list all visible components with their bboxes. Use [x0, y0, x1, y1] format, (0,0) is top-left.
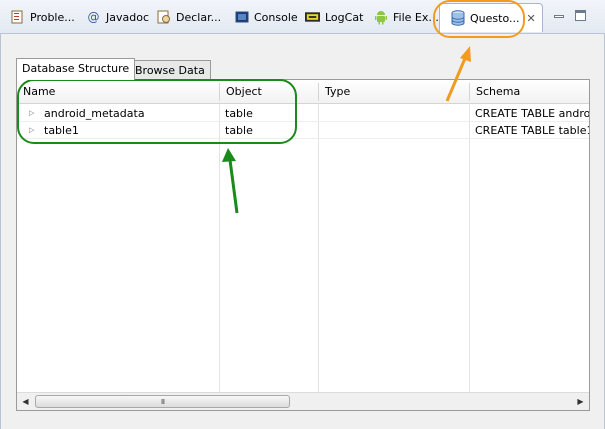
column-header-type[interactable]: Type	[319, 80, 469, 104]
database-icon	[450, 10, 465, 26]
table-row[interactable]: ▷ android_metadata table CREATE TABLE an…	[17, 105, 590, 122]
tab-database-structure[interactable]: Database Structure	[16, 58, 136, 80]
scrollbar-thumb[interactable]: III	[35, 395, 290, 408]
expand-arrow-icon[interactable]: ▷	[29, 122, 34, 139]
horizontal-scrollbar[interactable]: ◀ III ▶	[17, 392, 589, 410]
close-icon[interactable]: ✕	[526, 12, 535, 25]
arrow-right-icon: ▶	[577, 397, 584, 406]
declaration-icon	[156, 10, 171, 25]
row-schema: CREATE TABLE table1	[475, 124, 590, 137]
tab-declaration[interactable]: Declar...	[156, 6, 221, 28]
maximize-button[interactable]	[575, 10, 587, 22]
row-type	[324, 122, 468, 139]
tab-file-explorer[interactable]: File Ex...	[373, 6, 439, 28]
tab-label: Console	[254, 10, 298, 24]
tab-logcat[interactable]: LogCat	[305, 6, 363, 28]
row-name: table1	[44, 124, 79, 137]
scroll-left-button[interactable]: ◀	[17, 393, 34, 410]
column-header-object[interactable]: Object	[220, 80, 318, 104]
console-icon	[234, 10, 249, 25]
row-name: android_metadata	[44, 107, 145, 120]
column-header-schema[interactable]: Schema	[470, 80, 589, 104]
tab-label: Javadoc	[106, 10, 149, 24]
column-header-name[interactable]: Name	[17, 80, 219, 104]
row-object: table	[225, 124, 253, 137]
minimize-icon	[554, 15, 564, 18]
tab-browse-data[interactable]: Browse Data	[129, 60, 211, 81]
row-type	[324, 105, 468, 122]
arrow-left-icon: ◀	[22, 397, 29, 406]
grip-icon: III	[160, 397, 165, 406]
tab-label: Declar...	[176, 10, 222, 24]
scroll-right-button[interactable]: ▶	[572, 393, 589, 410]
logcat-icon	[305, 10, 320, 25]
row-schema: CREATE TABLE androi	[475, 107, 590, 120]
android-icon	[373, 10, 388, 25]
expand-arrow-icon[interactable]: ▷	[29, 105, 34, 122]
problems-icon	[10, 10, 25, 25]
minimize-button[interactable]	[553, 10, 565, 22]
view-tab-bar: Proble... @ Javadoc Declar... Console Lo…	[0, 0, 605, 34]
tab-problems[interactable]: Proble...	[10, 6, 75, 28]
tab-console[interactable]: Console	[234, 6, 298, 28]
structure-table: Name Object Type Schema ▷ android_metada…	[16, 79, 590, 411]
row-object: table	[225, 107, 253, 120]
table-header: Name Object Type Schema	[17, 80, 589, 104]
tab-label: Proble...	[30, 10, 75, 24]
tab-label: LogCat	[325, 10, 364, 24]
tab-questoid[interactable]: Questo... ✕	[439, 3, 543, 32]
at-sign-icon: @	[87, 10, 100, 24]
maximize-icon	[575, 10, 586, 21]
table-row[interactable]: ▷ table1 table CREATE TABLE table1	[17, 122, 590, 139]
tab-label: Questo...	[470, 11, 520, 25]
tab-javadoc[interactable]: @ Javadoc	[86, 6, 150, 28]
tab-label: File Ex...	[393, 10, 439, 24]
